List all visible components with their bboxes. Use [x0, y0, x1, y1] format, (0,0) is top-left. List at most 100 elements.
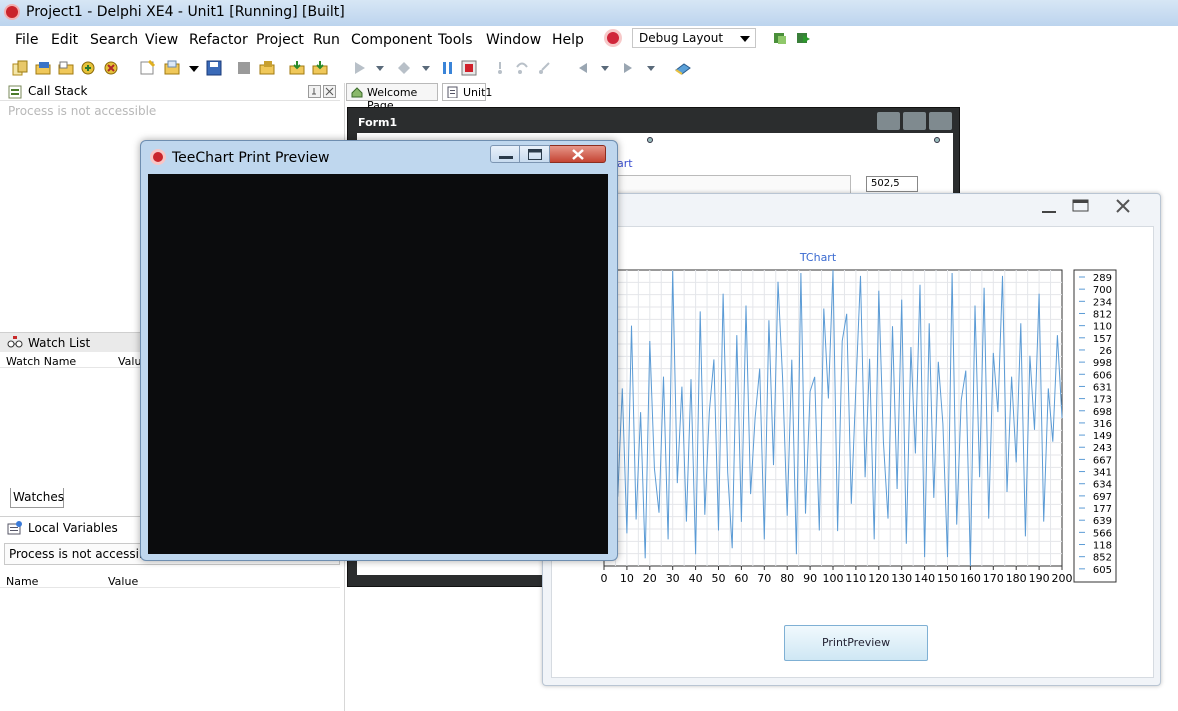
- program-reset-icon[interactable]: [461, 60, 477, 76]
- pause-icon[interactable]: [440, 60, 456, 76]
- form1-minimize-button[interactable]: [877, 112, 900, 130]
- preview-close-button[interactable]: [550, 145, 606, 163]
- close-icon[interactable]: [323, 85, 336, 98]
- tab-unit1-label: Unit1: [463, 86, 493, 99]
- back-icon[interactable]: [575, 60, 591, 76]
- legend-entry: 289: [1093, 273, 1112, 284]
- x-tick-label: 50: [712, 572, 726, 585]
- save-all-icon[interactable]: [236, 60, 252, 76]
- x-tick-label: 70: [757, 572, 771, 585]
- x-tick-label: 160: [960, 572, 981, 585]
- legend-entry: 149: [1093, 431, 1112, 442]
- pin-icon[interactable]: [308, 85, 321, 98]
- open-project-folder-icon[interactable]: [259, 60, 275, 76]
- print-preview-button[interactable]: PrintPreview: [784, 625, 928, 661]
- chart-title: TChart: [799, 251, 837, 264]
- x-tick-label: 90: [803, 572, 817, 585]
- open-file-icon[interactable]: [164, 60, 180, 76]
- x-tick-label: 110: [845, 572, 866, 585]
- watch-list-header: Watch List: [0, 332, 140, 352]
- x-tick-label: 140: [914, 572, 935, 585]
- reopen-dropdown-icon[interactable]: [186, 60, 202, 76]
- legend-entry: 812: [1093, 309, 1112, 320]
- design-handle-icon[interactable]: [647, 137, 653, 143]
- set-debug-desktop-icon[interactable]: [795, 30, 811, 46]
- x-tick-label: 30: [666, 572, 680, 585]
- design-chart-title: art: [617, 157, 633, 170]
- tchart[interactable]: 0 10 20 30 40 50 60 70 80 90 100 110 120 130 140 150 160…: [596, 266, 1120, 594]
- toolbar: [0, 56, 1178, 82]
- legend-entry: 234: [1093, 297, 1112, 308]
- minimize-icon: [499, 156, 513, 159]
- legend-entry: 634: [1093, 480, 1112, 491]
- legend-entry: 341: [1093, 468, 1112, 479]
- call-stack-icon: [8, 85, 22, 99]
- new-items-icon[interactable]: [12, 60, 28, 76]
- toggle-form-unit-icon[interactable]: [289, 60, 305, 76]
- x-tick-label: 170: [983, 572, 1004, 585]
- run-dropdown-icon[interactable]: [372, 60, 388, 76]
- save-icon[interactable]: [206, 60, 222, 76]
- menu-view[interactable]: View: [145, 32, 178, 48]
- run-until-return-icon[interactable]: [536, 60, 552, 76]
- editor-tabs: Welcome Page Unit1: [346, 83, 1178, 112]
- menu-bar: File Edit Search View Refactor Project R…: [0, 28, 1178, 54]
- add-file-icon[interactable]: [81, 60, 97, 76]
- run-without-debugging-dropdown-icon[interactable]: [418, 60, 434, 76]
- close-icon[interactable]: [1114, 197, 1132, 215]
- back-dropdown-icon[interactable]: [597, 60, 613, 76]
- run-icon[interactable]: [352, 60, 368, 76]
- menu-window[interactable]: Window: [486, 32, 541, 48]
- menu-file[interactable]: File: [15, 32, 38, 48]
- tab-watches[interactable]: Watches: [10, 488, 64, 508]
- remove-file-icon[interactable]: [104, 60, 120, 76]
- x-tick-label: 20: [643, 572, 657, 585]
- form1-maximize-button[interactable]: [903, 112, 926, 130]
- save-desktop-icon[interactable]: [772, 30, 788, 46]
- local-name-column[interactable]: Name: [6, 575, 38, 588]
- tab-unit1[interactable]: Unit1: [442, 83, 492, 101]
- watch-list-columns: Watch Name Value: [0, 354, 148, 368]
- preview-minimize-button[interactable]: [490, 145, 520, 163]
- print-preview-canvas: [148, 174, 608, 554]
- menu-project[interactable]: Project: [256, 32, 304, 48]
- menu-tools[interactable]: Tools: [438, 32, 473, 48]
- maximize-icon[interactable]: [1072, 199, 1090, 213]
- menu-component[interactable]: Component: [351, 32, 432, 48]
- forward-dropdown-icon[interactable]: [643, 60, 659, 76]
- menu-help[interactable]: Help: [552, 32, 584, 48]
- desktop-layout-select[interactable]: Debug Layout: [632, 28, 756, 48]
- chart-legend: 289700234812 11015726998606631 17369831614…: [1073, 269, 1117, 583]
- view-unit-icon[interactable]: [312, 60, 328, 76]
- run-without-debugging-icon[interactable]: [396, 60, 412, 76]
- new-form-icon[interactable]: [139, 60, 155, 76]
- glasses-icon: [7, 336, 23, 348]
- design-chart-area[interactable]: [595, 175, 851, 195]
- x-tick-label: 190: [1029, 572, 1050, 585]
- legend-entry: 173: [1093, 395, 1112, 406]
- legend-entry: 639: [1093, 516, 1112, 527]
- design-handle-icon[interactable]: [934, 137, 940, 143]
- design-legend-value: 502,5: [871, 178, 900, 189]
- menu-run[interactable]: Run: [313, 32, 340, 48]
- tab-welcome-page[interactable]: Welcome Page: [346, 83, 438, 112]
- help-book-icon[interactable]: [675, 60, 691, 76]
- menu-edit[interactable]: Edit: [51, 32, 78, 48]
- chart-x-axis: 0 10 20 30 40 50 60 70 80 90 100 110 120 130 140 150 160…: [601, 566, 1073, 585]
- step-over-icon[interactable]: [514, 60, 530, 76]
- watch-name-column[interactable]: Watch Name: [6, 355, 76, 368]
- form1-close-button[interactable]: [929, 112, 952, 130]
- forward-icon[interactable]: [620, 60, 636, 76]
- local-value-column[interactable]: Value: [108, 575, 138, 588]
- trace-into-icon[interactable]: [492, 60, 508, 76]
- preview-maximize-button[interactable]: [520, 145, 550, 163]
- desktop-layout-icon[interactable]: [604, 29, 622, 47]
- legend-entry: 110: [1093, 322, 1112, 333]
- x-tick-label: 10: [620, 572, 634, 585]
- open-project-icon[interactable]: [35, 60, 51, 76]
- x-tick-label: 130: [891, 572, 912, 585]
- menu-search[interactable]: Search: [90, 32, 138, 48]
- menu-refactor[interactable]: Refactor: [189, 32, 248, 48]
- minimize-icon[interactable]: [1040, 203, 1058, 215]
- open-icon[interactable]: [58, 60, 74, 76]
